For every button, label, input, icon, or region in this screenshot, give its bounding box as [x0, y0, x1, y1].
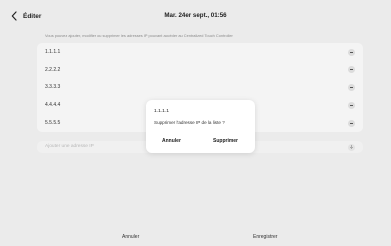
- dialog-delete-button[interactable]: Supprimer: [213, 138, 238, 144]
- cancel-button[interactable]: Annuler: [122, 234, 139, 240]
- ip-address: 3.3.3.3: [45, 84, 61, 91]
- remove-icon[interactable]: [348, 84, 355, 92]
- remove-icon[interactable]: [348, 119, 355, 127]
- add-icon[interactable]: [348, 143, 355, 151]
- ip-row[interactable]: 3.3.3.3: [37, 79, 363, 97]
- save-button[interactable]: Enregistrer: [253, 234, 277, 240]
- add-ip-placeholder: Ajouter une adresse IP: [45, 144, 94, 149]
- dialog-cancel-button[interactable]: Annuler: [162, 138, 181, 144]
- ip-address: 4.4.4.4: [45, 102, 61, 109]
- description-text: Vous pouvez ajouter, modifier ou supprim…: [45, 33, 233, 38]
- remove-icon[interactable]: [348, 101, 355, 109]
- ip-address: 5.5.5.5: [45, 120, 61, 127]
- dialog-message: Supprimer l'adresse IP de la liste ?: [154, 120, 225, 125]
- ip-address: 1.1.1.1: [45, 48, 61, 55]
- clock-display: Mar. 24er sept., 01:56: [164, 12, 227, 19]
- footer-bar: Annuler Enregistrer: [0, 233, 391, 245]
- remove-icon[interactable]: [348, 66, 355, 74]
- ip-row[interactable]: 1.1.1.1: [37, 43, 363, 61]
- confirm-delete-dialog: 1.1.1.1 Supprimer l'adresse IP de la lis…: [146, 100, 255, 153]
- dialog-title: 1.1.1.1: [154, 109, 169, 114]
- header-bar: Éditer Mar. 24er sept., 01:56: [0, 0, 391, 28]
- ip-address: 2.2.2.2: [45, 66, 61, 73]
- remove-icon[interactable]: [348, 48, 355, 56]
- ip-row[interactable]: 2.2.2.2: [37, 61, 363, 79]
